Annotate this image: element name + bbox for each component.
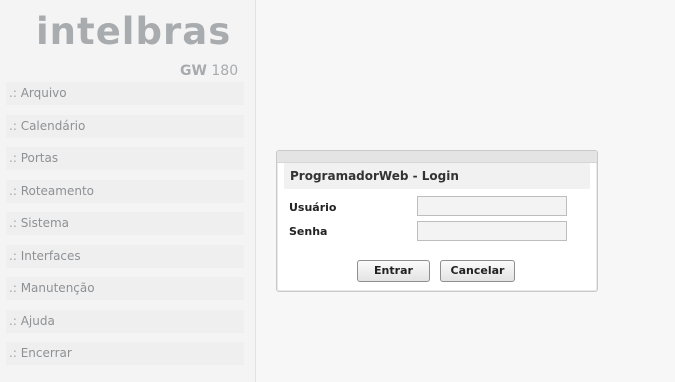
sidebar-item-interfaces[interactable]: .: Interfaces	[6, 244, 244, 268]
sidebar-menu: .: Arquivo .: Calendário .: Portas .: Ro…	[6, 82, 244, 375]
login-title: ProgramadorWeb - Login	[284, 163, 590, 189]
logo-wordmark: intelbras	[36, 10, 232, 53]
sidebar-item-encerrar[interactable]: .: Encerrar	[6, 342, 244, 365]
login-cancel-button[interactable]: Cancelar	[440, 260, 515, 282]
sidebar-item-ajuda[interactable]: .: Ajuda	[6, 309, 244, 333]
sidebar-item-portas[interactable]: .: Portas	[6, 147, 244, 170]
username-input[interactable]	[417, 196, 567, 216]
model-label: GW 180	[180, 63, 238, 79]
model-number: 180	[211, 63, 239, 79]
menu-item-prefix: .:	[9, 216, 17, 230]
menu-item-label: Roteamento	[20, 183, 94, 198]
sidebar: intelbras GW 180 .: Arquivo .: Calendári…	[0, 0, 256, 382]
sidebar-item-manutencao[interactable]: .: Manutenção	[6, 277, 244, 300]
menu-item-label: Ajuda	[20, 313, 55, 328]
sidebar-item-arquivo[interactable]: .: Arquivo	[6, 82, 244, 105]
menu-item-prefix: .:	[9, 248, 17, 263]
password-input[interactable]	[417, 221, 567, 241]
menu-item-label: Portas	[20, 151, 59, 165]
sidebar-item-calendario[interactable]: .: Calendário	[6, 114, 244, 138]
menu-item-label: Encerrar	[20, 346, 72, 360]
menu-item-label: Arquivo	[20, 86, 67, 100]
menu-item-prefix: .:	[9, 313, 17, 328]
menu-item-label: Sistema	[20, 216, 70, 230]
login-dialog-header-bar	[277, 151, 597, 163]
login-submit-button[interactable]: Entrar	[357, 260, 430, 282]
app-frame: intelbras GW 180 .: Arquivo .: Calendári…	[0, 0, 675, 382]
sidebar-item-sistema[interactable]: .: Sistema	[6, 212, 244, 235]
menu-item-prefix: .:	[9, 346, 17, 360]
password-label: Senha	[289, 225, 328, 238]
menu-item-prefix: .:	[9, 183, 17, 198]
menu-item-prefix: .:	[9, 118, 17, 133]
username-label: Usuário	[289, 201, 337, 214]
sidebar-item-roteamento[interactable]: .: Roteamento	[6, 179, 244, 203]
menu-item-prefix: .:	[9, 86, 17, 100]
menu-item-label: Interfaces	[20, 248, 81, 263]
menu-item-label: Calendário	[20, 118, 86, 133]
model-prefix: GW	[180, 63, 207, 79]
menu-item-prefix: .:	[9, 151, 17, 165]
brand-logo: intelbras GW 180	[36, 10, 238, 80]
menu-item-label: Manutenção	[20, 281, 95, 295]
login-dialog: ProgramadorWeb - Login Usuário Senha Ent…	[276, 150, 598, 292]
menu-item-prefix: .:	[9, 281, 17, 295]
